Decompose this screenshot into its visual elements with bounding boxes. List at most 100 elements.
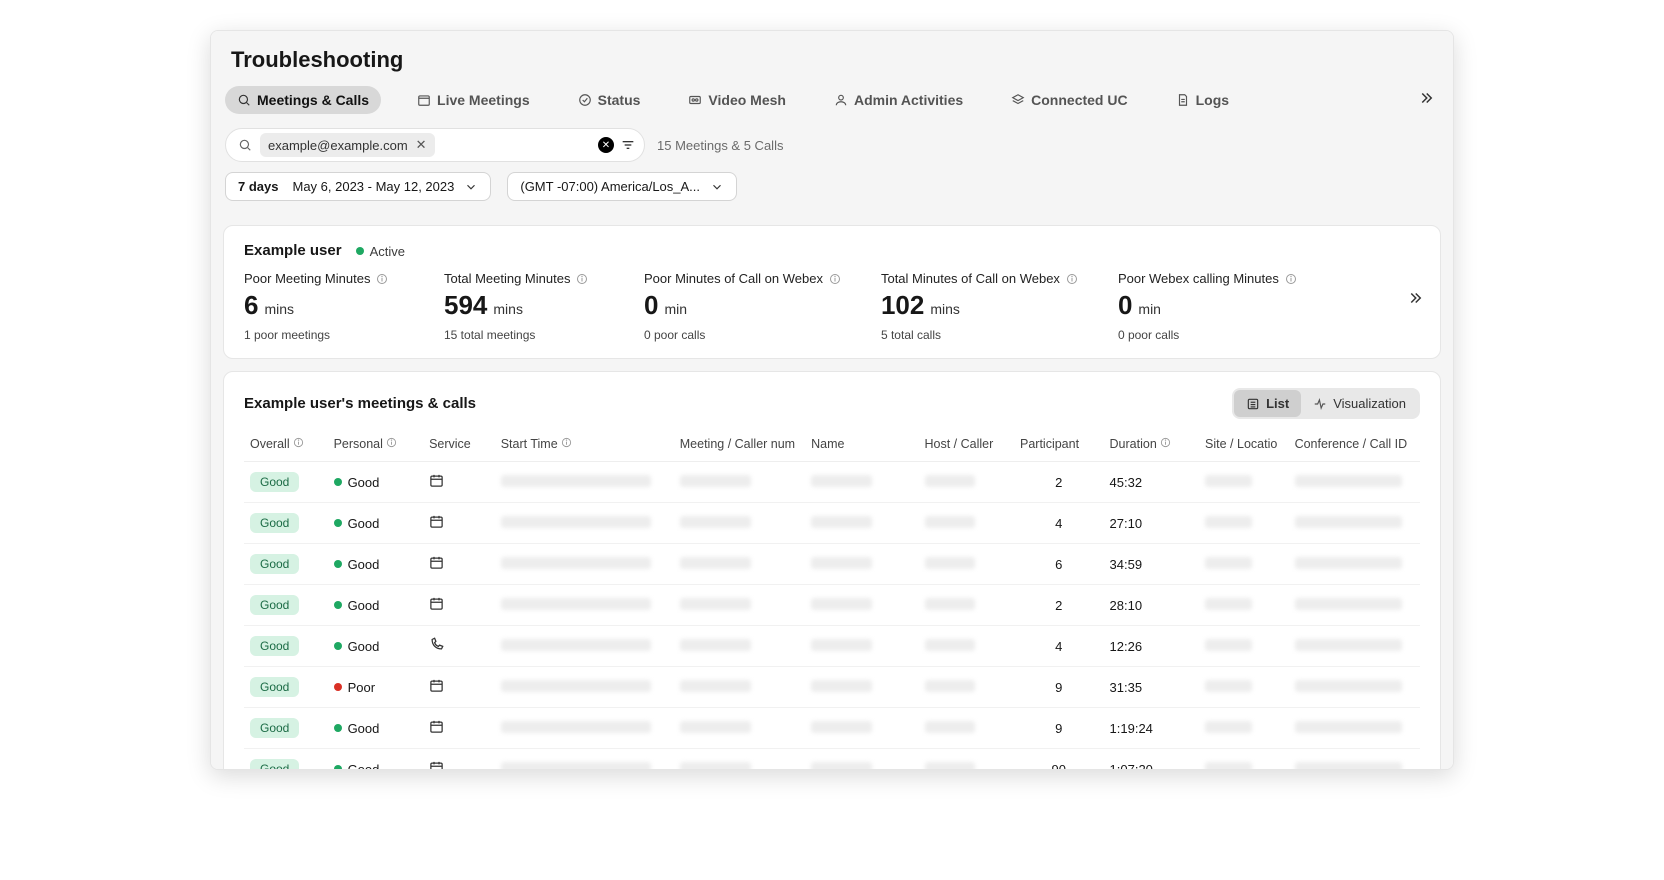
status-dot-icon [334,765,342,769]
tab-label: Video Mesh [708,92,786,108]
col-overall[interactable]: Overall [244,429,328,462]
calendar-icon [429,760,444,769]
view-list-button[interactable]: List [1234,390,1301,417]
col-host[interactable]: Host / Caller [919,429,1015,462]
metric-subtext: 1 poor meetings [244,328,404,342]
calendar-icon [429,473,444,488]
col-site[interactable]: Site / Locatio [1199,429,1289,462]
calendar-icon [429,596,444,611]
redacted-value [1205,762,1252,770]
redacted-value [811,639,872,651]
tab-label: Connected UC [1031,92,1127,108]
check-circle-icon [578,93,592,107]
col-service[interactable]: Service [423,429,495,462]
personal-status: Good [334,762,380,769]
search-icon [237,93,251,107]
participants-value: 4 [1055,516,1062,531]
metric-subtext: 15 total meetings [444,328,604,342]
filter-icon[interactable] [620,137,636,153]
meetings-calls-card: Example user's meetings & calls List Vis… [223,371,1441,769]
search-chip-remove[interactable]: ✕ [416,137,427,153]
status-dot-icon [334,724,342,732]
redacted-value [680,516,752,528]
table-row[interactable]: GoodGood91:19:24 [244,708,1420,749]
col-conf[interactable]: Conference / Call ID [1289,429,1420,462]
table-row[interactable]: GoodGood245:32 [244,462,1420,503]
metric-subtext: 0 poor calls [1118,328,1297,342]
calendar-icon [429,678,444,693]
calendar-icon [417,93,431,107]
metric-value: 0min [644,292,841,318]
timezone-label: (GMT -07:00) America/Los_A... [520,179,700,194]
tabs-overflow[interactable] [1413,85,1439,114]
status-dot-icon [334,601,342,609]
redacted-value [925,557,975,569]
table-row[interactable]: GoodGood412:26 [244,626,1420,667]
search-box[interactable]: example@example.com ✕ ✕ [225,128,645,162]
redacted-value [811,762,872,770]
search-clear-all[interactable]: ✕ [598,137,614,153]
redacted-value [1205,516,1252,528]
redacted-value [501,680,651,692]
chevron-down-icon [464,180,478,194]
table-row[interactable]: GoodGood634:59 [244,544,1420,585]
metric-label: Total Minutes of Call on Webex [881,271,1078,286]
info-icon [576,273,588,285]
redacted-value [1205,557,1252,569]
redacted-value [925,598,975,610]
redacted-value [501,475,651,487]
info-icon [293,437,304,448]
duration-value: 31:35 [1110,680,1143,695]
redacted-value [501,598,651,610]
metrics-overflow[interactable] [1406,289,1424,310]
date-range-dates: May 6, 2023 - May 12, 2023 [292,179,454,194]
metric-4: Poor Webex calling Minutes 0min0 poor ca… [1118,271,1297,342]
col-start[interactable]: Start Time [495,429,674,462]
col-personal[interactable]: Personal [328,429,424,462]
tab-connected-uc[interactable]: Connected UC [999,86,1139,114]
redacted-value [501,639,651,651]
service-icon [429,596,444,611]
metric-2: Poor Minutes of Call on Webex 0min0 poor… [644,271,841,342]
search-chip: example@example.com ✕ [260,133,435,157]
table-row[interactable]: GoodGood427:10 [244,503,1420,544]
redacted-value [925,639,975,651]
table-header-row: Overall Personal Service Start Time Meet… [244,429,1420,462]
duration-value: 28:10 [1110,598,1143,613]
service-icon [429,678,444,693]
tab-admin-activities[interactable]: Admin Activities [822,86,975,114]
tab-video-mesh[interactable]: Video Mesh [676,86,798,114]
tab-meetings-calls[interactable]: Meetings & Calls [225,86,381,114]
timezone-selector[interactable]: (GMT -07:00) America/Los_A... [507,172,737,201]
col-number[interactable]: Meeting / Caller num [674,429,805,462]
participants-value: 2 [1055,598,1062,613]
table-row[interactable]: GoodGood901:07:20 [244,749,1420,770]
date-range-selector[interactable]: 7 days May 6, 2023 - May 12, 2023 [225,172,491,201]
overall-badge: Good [250,595,299,615]
table-row[interactable]: GoodPoor931:35 [244,667,1420,708]
tab-live-meetings[interactable]: Live Meetings [405,86,542,114]
col-participants[interactable]: Participant [1014,429,1104,462]
meetings-table: Overall Personal Service Start Time Meet… [244,429,1420,769]
col-name[interactable]: Name [805,429,918,462]
redacted-value [1295,721,1402,733]
service-icon [429,514,444,529]
user-icon [834,93,848,107]
status-dot-icon [334,642,342,650]
status-dot-icon [334,478,342,486]
table-row[interactable]: GoodGood228:10 [244,585,1420,626]
view-visualization-button[interactable]: Visualization [1301,390,1418,417]
participants-value: 90 [1052,762,1066,770]
list-icon [1246,397,1260,411]
info-icon [561,437,572,448]
filter-row: 7 days May 6, 2023 - May 12, 2023 (GMT -… [211,168,1453,209]
col-duration[interactable]: Duration [1104,429,1200,462]
redacted-value [1205,475,1252,487]
personal-status: Good [334,557,380,572]
personal-status: Poor [334,680,375,695]
service-icon [429,719,444,734]
tab-logs[interactable]: Logs [1164,86,1241,114]
redacted-value [1295,557,1402,569]
tab-status[interactable]: Status [566,86,653,114]
redacted-value [680,598,752,610]
